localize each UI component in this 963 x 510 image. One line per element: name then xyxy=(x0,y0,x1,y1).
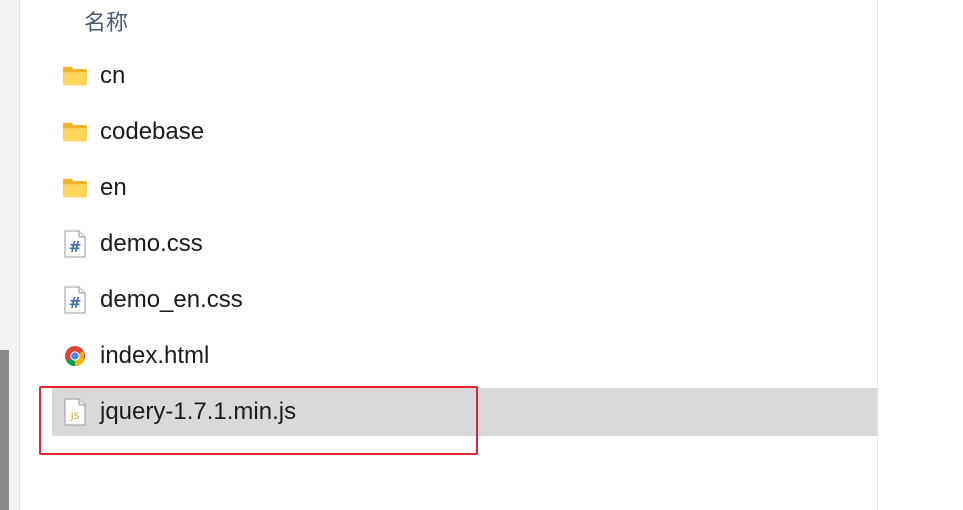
file-name: demo_en.css xyxy=(100,286,243,313)
scrollbar-thumb[interactable] xyxy=(0,350,9,510)
file-name: cn xyxy=(100,62,126,89)
folder-icon xyxy=(62,118,88,146)
file-list: cn codebase en # demo.css # demo_en.css … xyxy=(52,52,877,444)
file-name: index.html xyxy=(100,342,210,369)
list-item[interactable]: en xyxy=(52,164,877,212)
list-item-selected[interactable]: JS jquery-1.7.1.min.js xyxy=(52,388,877,436)
chrome-html-icon xyxy=(62,342,88,370)
js-file-icon: JS xyxy=(62,398,88,426)
svg-text:#: # xyxy=(69,294,82,312)
list-item[interactable]: cn xyxy=(52,52,877,100)
empty-column-area xyxy=(878,0,963,510)
list-item[interactable]: # demo_en.css xyxy=(52,276,877,324)
folder-icon xyxy=(62,174,88,202)
svg-text:JS: JS xyxy=(70,412,80,422)
list-item[interactable]: index.html xyxy=(52,332,877,380)
pane-divider xyxy=(19,0,20,510)
file-explorer-pane: 名称 cn codebase en # demo.css # demo_en.c… xyxy=(0,0,963,510)
file-name: codebase xyxy=(100,118,205,145)
list-item[interactable]: # demo.css xyxy=(52,220,877,268)
css-file-icon: # xyxy=(62,230,88,258)
file-name: en xyxy=(100,174,127,201)
css-file-icon: # xyxy=(62,286,88,314)
list-item[interactable]: codebase xyxy=(52,108,877,156)
file-name: jquery-1.7.1.min.js xyxy=(100,398,297,425)
file-name: demo.css xyxy=(100,230,203,257)
svg-text:#: # xyxy=(69,238,82,256)
name-column-header[interactable]: 名称 xyxy=(84,5,128,37)
folder-icon xyxy=(62,62,88,90)
